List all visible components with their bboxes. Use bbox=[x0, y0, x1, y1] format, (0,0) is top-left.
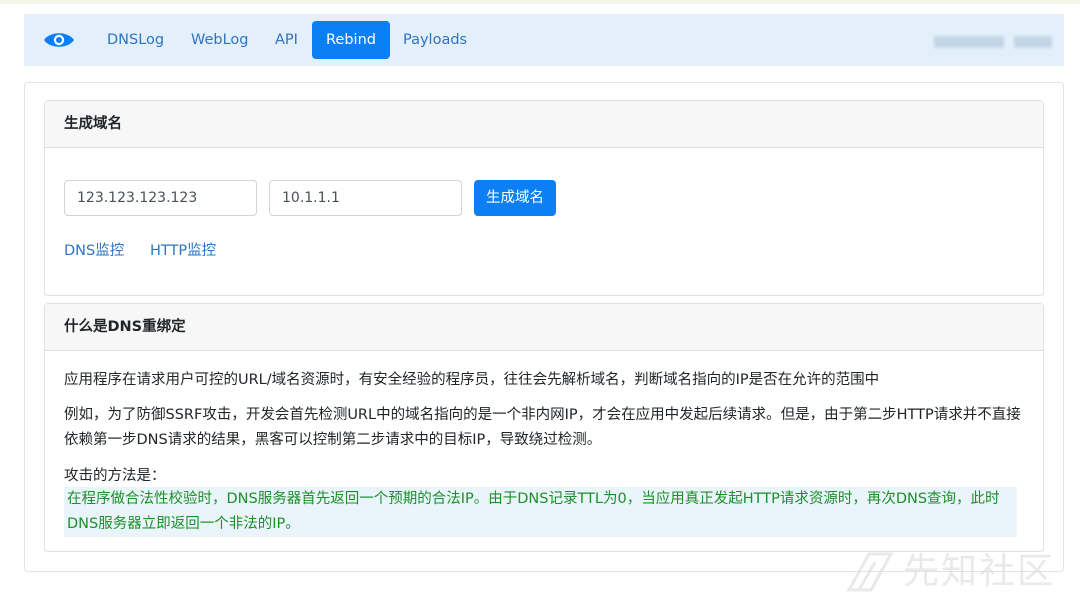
info-card: 什么是DNS重绑定 应用程序在请求用户可控的URL/域名资源时，有安全经验的程序… bbox=[44, 303, 1044, 552]
info-paragraph-2: 例如，为了防御SSRF攻击，开发会首先检测URL中的域名指向的是一个非内网IP，… bbox=[64, 407, 1021, 448]
generate-card: 生成域名 123.123.123.123 10.1.1.1 生成域名 DNS监控… bbox=[44, 100, 1044, 296]
generate-card-title: 生成域名 bbox=[45, 101, 1043, 148]
watermark-logo-icon bbox=[846, 552, 894, 592]
ip-input-1[interactable]: 123.123.123.123 bbox=[64, 180, 257, 216]
nav-api[interactable]: API bbox=[275, 14, 298, 66]
top-strip bbox=[0, 0, 1080, 4]
dns-monitor-link[interactable]: DNS监控 bbox=[64, 239, 124, 260]
info-card-title: 什么是DNS重绑定 bbox=[45, 304, 1043, 351]
nav-rebind[interactable]: Rebind bbox=[312, 21, 390, 59]
ip-input-2[interactable]: 10.1.1.1 bbox=[269, 180, 462, 216]
info-paragraph-1: 应用程序在请求用户可控的URL/域名资源时，有安全经验的程序员，往往会先解析域名… bbox=[64, 372, 880, 388]
nav-dnslog[interactable]: DNSLog bbox=[107, 14, 164, 66]
nav-weblog[interactable]: WebLog bbox=[191, 14, 249, 66]
generate-domain-button[interactable]: 生成域名 bbox=[474, 180, 556, 216]
nav-payloads[interactable]: Payloads bbox=[403, 14, 467, 66]
info-paragraph-3: 攻击的方法是： bbox=[64, 468, 166, 484]
eye-icon[interactable] bbox=[43, 30, 75, 50]
attack-method-highlight: 在程序做合法性校验时，DNS服务器首先返回一个预期的合法IP。由于DNS记录TT… bbox=[64, 487, 1017, 537]
navbar: DNSLog WebLog API Rebind Payloads bbox=[24, 14, 1064, 66]
watermark: 先知社区 bbox=[845, 548, 1075, 596]
main-container: 生成域名 123.123.123.123 10.1.1.1 生成域名 DNS监控… bbox=[24, 82, 1064, 572]
watermark-text: 先知社区 bbox=[903, 551, 1056, 592]
user-menu-redacted[interactable] bbox=[934, 36, 1054, 48]
http-monitor-link[interactable]: HTTP监控 bbox=[150, 239, 216, 260]
